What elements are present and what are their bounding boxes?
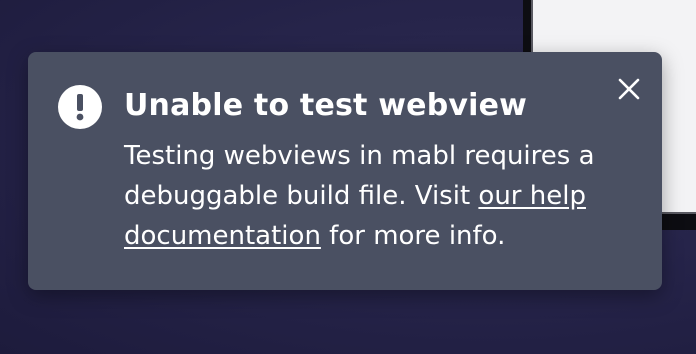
error-toast: Unable to test webview Testing webviews … [28,52,662,290]
exclamation-circle-icon [58,85,102,129]
close-button[interactable] [614,74,644,104]
toast-title: Unable to test webview [124,88,528,123]
toast-message-suffix: for more info. [320,221,506,251]
toast-message: Testing webviews in mabl requires a debu… [124,136,624,256]
close-icon [618,78,640,100]
